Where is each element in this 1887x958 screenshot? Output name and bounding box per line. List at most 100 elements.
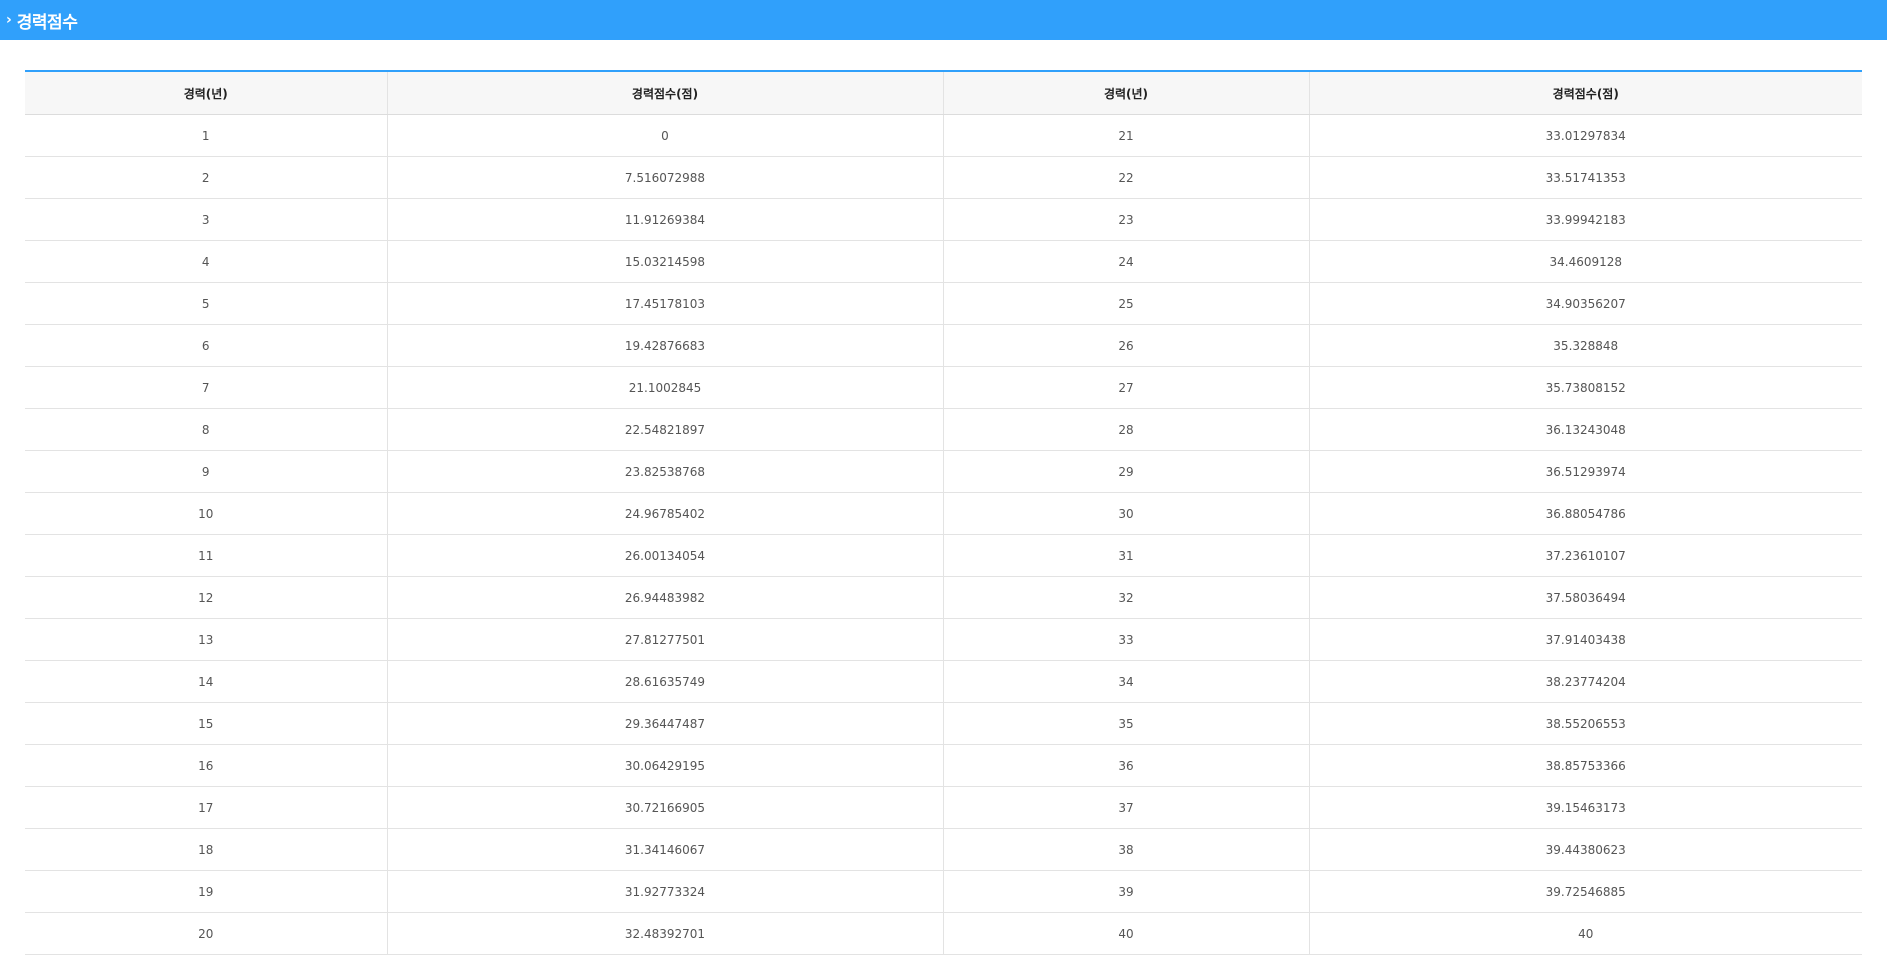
table-row: 8 22.54821897 28 36.13243048 [25, 408, 1862, 451]
cell-career-score: 28.61635749 [386, 660, 943, 703]
cell-career-years: 27 [942, 366, 1309, 409]
cell-career-years: 3 [25, 198, 387, 241]
table-row: 10 24.96785402 30 36.88054786 [25, 492, 1862, 535]
table-row: 12 26.94483982 32 37.58036494 [25, 576, 1862, 619]
cell-career-score: 22.54821897 [386, 408, 943, 451]
table-row: 18 31.34146067 38 39.44380623 [25, 828, 1862, 871]
cell-career-years: 1 [25, 114, 387, 157]
cell-career-years: 40 [942, 912, 1309, 955]
cell-career-years: 35 [942, 702, 1309, 745]
cell-career-score: 15.03214598 [386, 240, 943, 283]
cell-career-years: 21 [942, 114, 1309, 157]
table-header-row: 경력(년) 경력점수(점) 경력(년) 경력점수(점) [25, 72, 1862, 115]
cell-career-years: 37 [942, 786, 1309, 829]
cell-career-score: 40 [1308, 912, 1862, 955]
cell-career-years: 15 [25, 702, 387, 745]
cell-career-score: 33.51741353 [1308, 156, 1862, 199]
cell-career-years: 30 [942, 492, 1309, 535]
cell-career-years: 33 [942, 618, 1309, 661]
cell-career-years: 39 [942, 870, 1309, 913]
cell-career-score: 23.82538768 [386, 450, 943, 493]
table-row: 19 31.92773324 39 39.72546885 [25, 870, 1862, 913]
table-row: 15 29.36447487 35 38.55206553 [25, 702, 1862, 745]
cell-career-score: 31.92773324 [386, 870, 943, 913]
cell-career-years: 7 [25, 366, 387, 409]
chevron-right-icon: › [6, 12, 12, 28]
career-score-table: 경력(년) 경력점수(점) 경력(년) 경력점수(점) 1 0 21 33.01297… [25, 72, 1862, 955]
cell-career-years: 38 [942, 828, 1309, 871]
cell-career-score: 35.73808152 [1308, 366, 1862, 409]
cell-career-years: 6 [25, 324, 387, 367]
cell-career-score: 33.99942183 [1308, 198, 1862, 241]
table-row: 1 0 21 33.01297834 [25, 114, 1862, 157]
cell-career-years: 24 [942, 240, 1309, 283]
cell-career-years: 16 [25, 744, 387, 787]
cell-career-score: 7.516072988 [386, 156, 943, 199]
cell-career-score: 32.48392701 [386, 912, 943, 955]
career-score-table-container: 경력(년) 경력점수(점) 경력(년) 경력점수(점) 1 0 21 33.01297… [25, 70, 1862, 955]
cell-career-score: 34.90356207 [1308, 282, 1862, 325]
cell-career-score: 30.06429195 [386, 744, 943, 787]
cell-career-score: 37.58036494 [1308, 576, 1862, 619]
cell-career-years: 10 [25, 492, 387, 535]
table-row: 3 11.91269384 23 33.99942183 [25, 198, 1862, 241]
cell-career-years: 23 [942, 198, 1309, 241]
cell-career-score: 24.96785402 [386, 492, 943, 535]
table-row: 11 26.00134054 31 37.23610107 [25, 534, 1862, 577]
cell-career-score: 17.45178103 [386, 282, 943, 325]
cell-career-years: 18 [25, 828, 387, 871]
cell-career-years: 8 [25, 408, 387, 451]
cell-career-score: 21.1002845 [386, 366, 943, 409]
cell-career-score: 33.01297834 [1308, 114, 1862, 157]
cell-career-score: 39.44380623 [1308, 828, 1862, 871]
cell-career-score: 39.15463173 [1308, 786, 1862, 829]
table-row: 2 7.516072988 22 33.51741353 [25, 156, 1862, 199]
cell-career-score: 31.34146067 [386, 828, 943, 871]
cell-career-years: 4 [25, 240, 387, 283]
cell-career-score: 38.23774204 [1308, 660, 1862, 703]
column-header-career-years-left: 경력(년) [25, 72, 387, 115]
cell-career-score: 30.72166905 [386, 786, 943, 829]
cell-career-years: 34 [942, 660, 1309, 703]
cell-career-score: 29.36447487 [386, 702, 943, 745]
table-body: 1 0 21 33.01297834 2 7.516072988 22 33.51741353… [25, 114, 1862, 955]
cell-career-score: 26.00134054 [386, 534, 943, 577]
cell-career-years: 26 [942, 324, 1309, 367]
cell-career-years: 29 [942, 450, 1309, 493]
cell-career-years: 14 [25, 660, 387, 703]
cell-career-years: 9 [25, 450, 387, 493]
table-row: 9 23.82538768 29 36.51293974 [25, 450, 1862, 493]
cell-career-score: 38.55206553 [1308, 702, 1862, 745]
cell-career-score: 36.51293974 [1308, 450, 1862, 493]
cell-career-score: 37.23610107 [1308, 534, 1862, 577]
section-title: 경력점수 [16, 12, 78, 33]
table-row: 16 30.06429195 36 38.85753366 [25, 744, 1862, 787]
cell-career-score: 11.91269384 [386, 198, 943, 241]
cell-career-score: 39.72546885 [1308, 870, 1862, 913]
column-header-career-years-right: 경력(년) [942, 72, 1309, 115]
cell-career-score: 26.94483982 [386, 576, 943, 619]
table-row: 20 32.48392701 40 40 [25, 912, 1862, 955]
cell-career-years: 19 [25, 870, 387, 913]
table-row: 7 21.1002845 27 35.73808152 [25, 366, 1862, 409]
cell-career-years: 22 [942, 156, 1309, 199]
cell-career-years: 13 [25, 618, 387, 661]
table-row: 13 27.81277501 33 37.91403438 [25, 618, 1862, 661]
table-row: 6 19.42876683 26 35.328848 [25, 324, 1862, 367]
cell-career-score: 0 [386, 114, 943, 157]
cell-career-score: 36.88054786 [1308, 492, 1862, 535]
cell-career-years: 32 [942, 576, 1309, 619]
cell-career-years: 17 [25, 786, 387, 829]
table-row: 14 28.61635749 34 38.23774204 [25, 660, 1862, 703]
section-header: › 경력점수 [0, 0, 1887, 40]
cell-career-years: 11 [25, 534, 387, 577]
cell-career-years: 5 [25, 282, 387, 325]
cell-career-years: 31 [942, 534, 1309, 577]
cell-career-score: 38.85753366 [1308, 744, 1862, 787]
table-row: 4 15.03214598 24 34.4609128 [25, 240, 1862, 283]
table-row: 5 17.45178103 25 34.90356207 [25, 282, 1862, 325]
column-header-career-score-right: 경력점수(점) [1308, 72, 1862, 115]
cell-career-years: 12 [25, 576, 387, 619]
cell-career-score: 35.328848 [1308, 324, 1862, 367]
column-header-career-score-left: 경력점수(점) [386, 72, 943, 115]
